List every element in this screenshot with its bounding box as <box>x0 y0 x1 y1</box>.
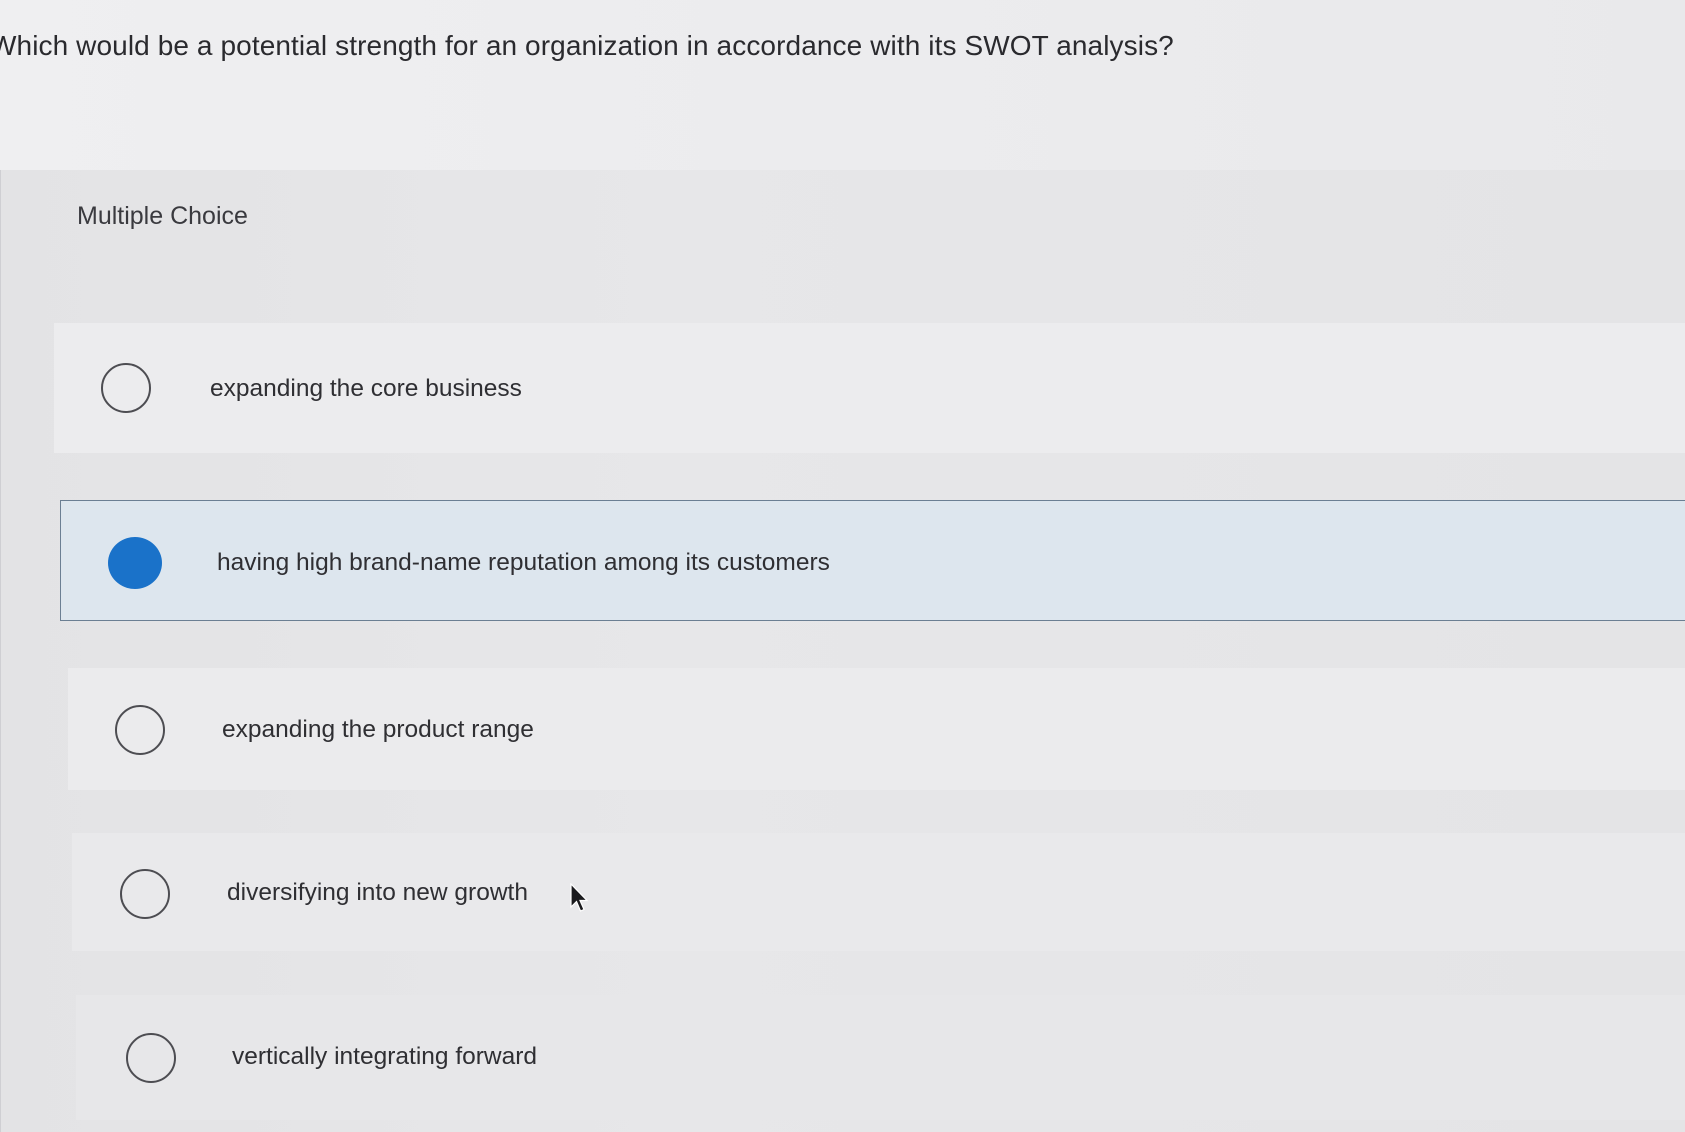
radio-button-icon[interactable] <box>120 869 170 919</box>
answer-option-3[interactable]: expanding the product range <box>68 668 1685 790</box>
radio-button-icon[interactable] <box>126 1033 176 1083</box>
question-type-label: Multiple Choice <box>77 202 248 230</box>
radio-button-selected-icon[interactable] <box>108 537 162 589</box>
mouse-pointer-icon <box>570 883 589 912</box>
answer-option-4[interactable]: diversifying into new growth <box>72 833 1685 951</box>
answer-option-label[interactable]: having high brand-name reputation among … <box>217 549 830 577</box>
answer-option-1[interactable]: expanding the core business <box>54 323 1685 453</box>
answer-panel <box>0 170 1685 1132</box>
answer-option-label[interactable]: expanding the core business <box>210 375 522 403</box>
question-text: Which would be a potential strength for … <box>0 30 1174 61</box>
question-header: Which would be a potential strength for … <box>0 0 1685 170</box>
answer-option-label[interactable]: vertically integrating forward <box>232 1043 537 1071</box>
answer-option-2[interactable]: having high brand-name reputation among … <box>60 500 1685 621</box>
answer-option-label[interactable]: diversifying into new growth <box>227 879 528 907</box>
answer-option-label[interactable]: expanding the product range <box>222 716 534 744</box>
radio-button-icon[interactable] <box>101 363 151 413</box>
radio-button-icon[interactable] <box>115 705 165 755</box>
answer-option-5[interactable]: vertically integrating forward <box>76 995 1685 1120</box>
